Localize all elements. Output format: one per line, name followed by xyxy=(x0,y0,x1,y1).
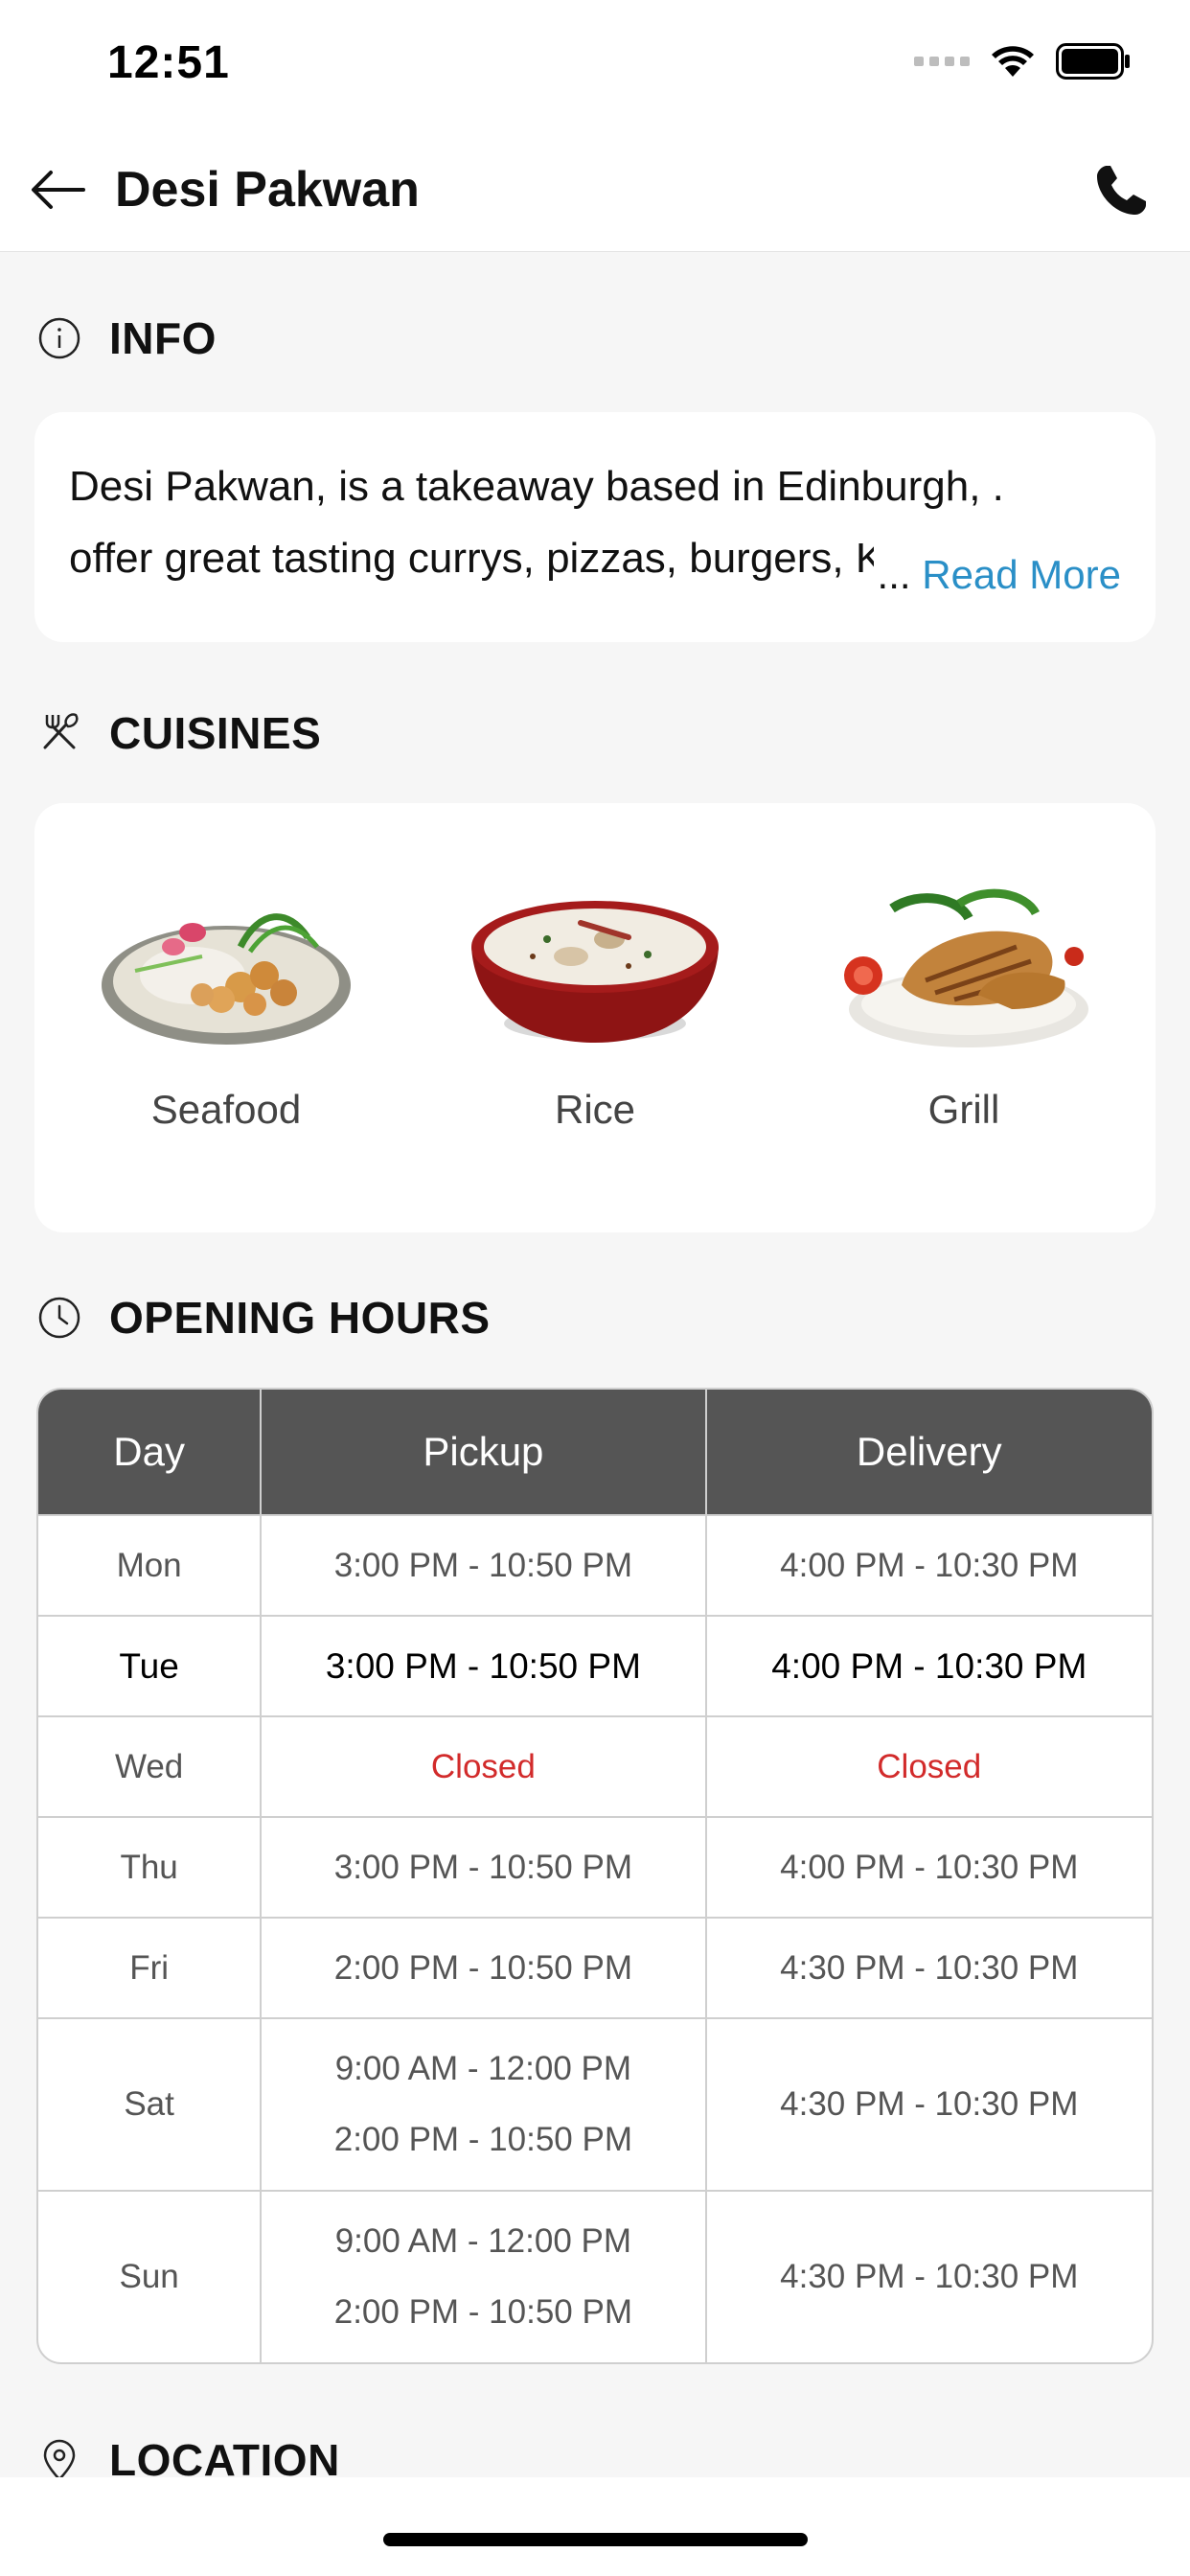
pickup-slot: 2:00 PM - 10:50 PM xyxy=(333,2293,632,2331)
page-title: Desi Pakwan xyxy=(115,162,420,218)
back-button[interactable] xyxy=(27,158,90,221)
delivery-cell: 4:30 PM - 10:30 PM xyxy=(706,2190,1152,2362)
cuisines-card: Seafood Rice Grill xyxy=(34,803,1156,1232)
read-more-link[interactable]: Read More xyxy=(922,552,1121,597)
cuisine-label: Rice xyxy=(554,1087,636,1132)
cuisines-section-heading: CUISINES xyxy=(36,700,321,767)
pickup-cell: 3:00 PM - 10:50 PM xyxy=(262,1615,707,1715)
opening-hours-table: Day Pickup Delivery Mon 3:00 PM - 10:50 … xyxy=(36,1388,1154,2364)
info-card: Desi Pakwan, is a takeaway based in Edin… xyxy=(34,412,1156,642)
pickup-cell: 9:00 AM - 12:00 PM 2:00 PM - 10:50 PM xyxy=(262,2017,707,2190)
seafood-image xyxy=(102,913,351,1045)
info-circle-icon xyxy=(36,315,82,361)
table-row: Wed Closed Closed xyxy=(38,1715,1152,1816)
wifi-icon xyxy=(992,46,1034,77)
home-indicator-area xyxy=(0,2477,1190,2576)
arrow-left-icon xyxy=(32,171,85,209)
battery-icon xyxy=(1056,43,1130,80)
pickup-cell: 3:00 PM - 10:50 PM xyxy=(262,1816,707,1917)
delivery-cell: 4:00 PM - 10:30 PM xyxy=(706,1514,1152,1615)
cuisine-item-seafood[interactable]: Seafood xyxy=(82,880,370,1167)
call-button[interactable] xyxy=(1090,160,1152,221)
opening-hours-section-heading: OPENING HOURS xyxy=(36,1284,491,1351)
pickup-slot: 9:00 AM - 12:00 PM xyxy=(334,2050,632,2087)
cuisines-title: CUISINES xyxy=(109,708,322,758)
info-title: INFO xyxy=(109,313,217,363)
status-time: 12:51 xyxy=(107,37,230,88)
table-row: Sat 9:00 AM - 12:00 PM 2:00 PM - 10:50 P… xyxy=(38,2017,1152,2190)
day-cell: Wed xyxy=(38,1715,263,1816)
delivery-cell: 4:00 PM - 10:30 PM xyxy=(706,1615,1152,1715)
map-pin-icon xyxy=(36,2437,82,2483)
cuisine-item-rice[interactable]: Rice xyxy=(451,880,739,1167)
info-section-heading: INFO xyxy=(36,305,217,372)
status-bar: 12:51 xyxy=(0,0,1190,129)
day-cell: Sun xyxy=(38,2190,263,2362)
info-ellipsis: ... xyxy=(877,552,911,597)
home-indicator[interactable] xyxy=(383,2533,808,2546)
utensils-icon xyxy=(36,710,82,756)
pickup-cell: 9:00 AM - 12:00 PM 2:00 PM - 10:50 PM xyxy=(262,2190,707,2362)
table-row: Fri 2:00 PM - 10:50 PM 4:30 PM - 10:30 P… xyxy=(38,1917,1152,2017)
clock-icon xyxy=(36,1295,82,1341)
cuisine-item-grill[interactable]: Grill xyxy=(820,880,1108,1167)
phone-icon xyxy=(1097,166,1146,215)
pickup-closed-cell: Closed xyxy=(262,1715,707,1816)
table-row-today: Tue 3:00 PM - 10:50 PM 4:00 PM - 10:30 P… xyxy=(38,1615,1152,1715)
pickup-cell: 3:00 PM - 10:50 PM xyxy=(262,1514,707,1615)
read-more-wrap: ... Read More xyxy=(873,539,1121,610)
cuisine-label: Grill xyxy=(927,1087,1000,1132)
column-header-pickup: Pickup xyxy=(262,1390,707,1514)
cellular-signal-icon xyxy=(914,57,970,66)
delivery-closed-cell: Closed xyxy=(706,1715,1152,1816)
column-header-day: Day xyxy=(38,1390,263,1514)
table-row: Sun 9:00 AM - 12:00 PM 2:00 PM - 10:50 P… xyxy=(38,2190,1152,2362)
status-icons xyxy=(914,42,1131,80)
cuisine-label: Seafood xyxy=(150,1087,302,1132)
pickup-cell: 2:00 PM - 10:50 PM xyxy=(262,1917,707,2017)
table-row: Mon 3:00 PM - 10:50 PM 4:00 PM - 10:30 P… xyxy=(38,1514,1152,1615)
column-header-delivery: Delivery xyxy=(706,1390,1152,1514)
pickup-slot: 2:00 PM - 10:50 PM xyxy=(333,2121,632,2158)
pickup-slot: 9:00 AM - 12:00 PM xyxy=(334,2222,632,2260)
day-cell: Sat xyxy=(38,2017,263,2190)
day-cell: Fri xyxy=(38,1917,263,2017)
app-header: Desi Pakwan xyxy=(0,129,1190,252)
opening-hours-title: OPENING HOURS xyxy=(109,1293,491,1343)
table-header-row: Day Pickup Delivery xyxy=(38,1390,1152,1514)
day-cell: Thu xyxy=(38,1816,263,1917)
day-cell: Mon xyxy=(38,1514,263,1615)
day-cell: Tue xyxy=(38,1615,263,1715)
delivery-cell: 4:30 PM - 10:30 PM xyxy=(706,1917,1152,2017)
rice-image xyxy=(471,901,719,1043)
delivery-cell: 4:00 PM - 10:30 PM xyxy=(706,1816,1152,1917)
delivery-cell: 4:30 PM - 10:30 PM xyxy=(706,2017,1152,2190)
grill-image xyxy=(844,888,1088,1047)
table-row: Thu 3:00 PM - 10:50 PM 4:00 PM - 10:30 P… xyxy=(38,1816,1152,1917)
